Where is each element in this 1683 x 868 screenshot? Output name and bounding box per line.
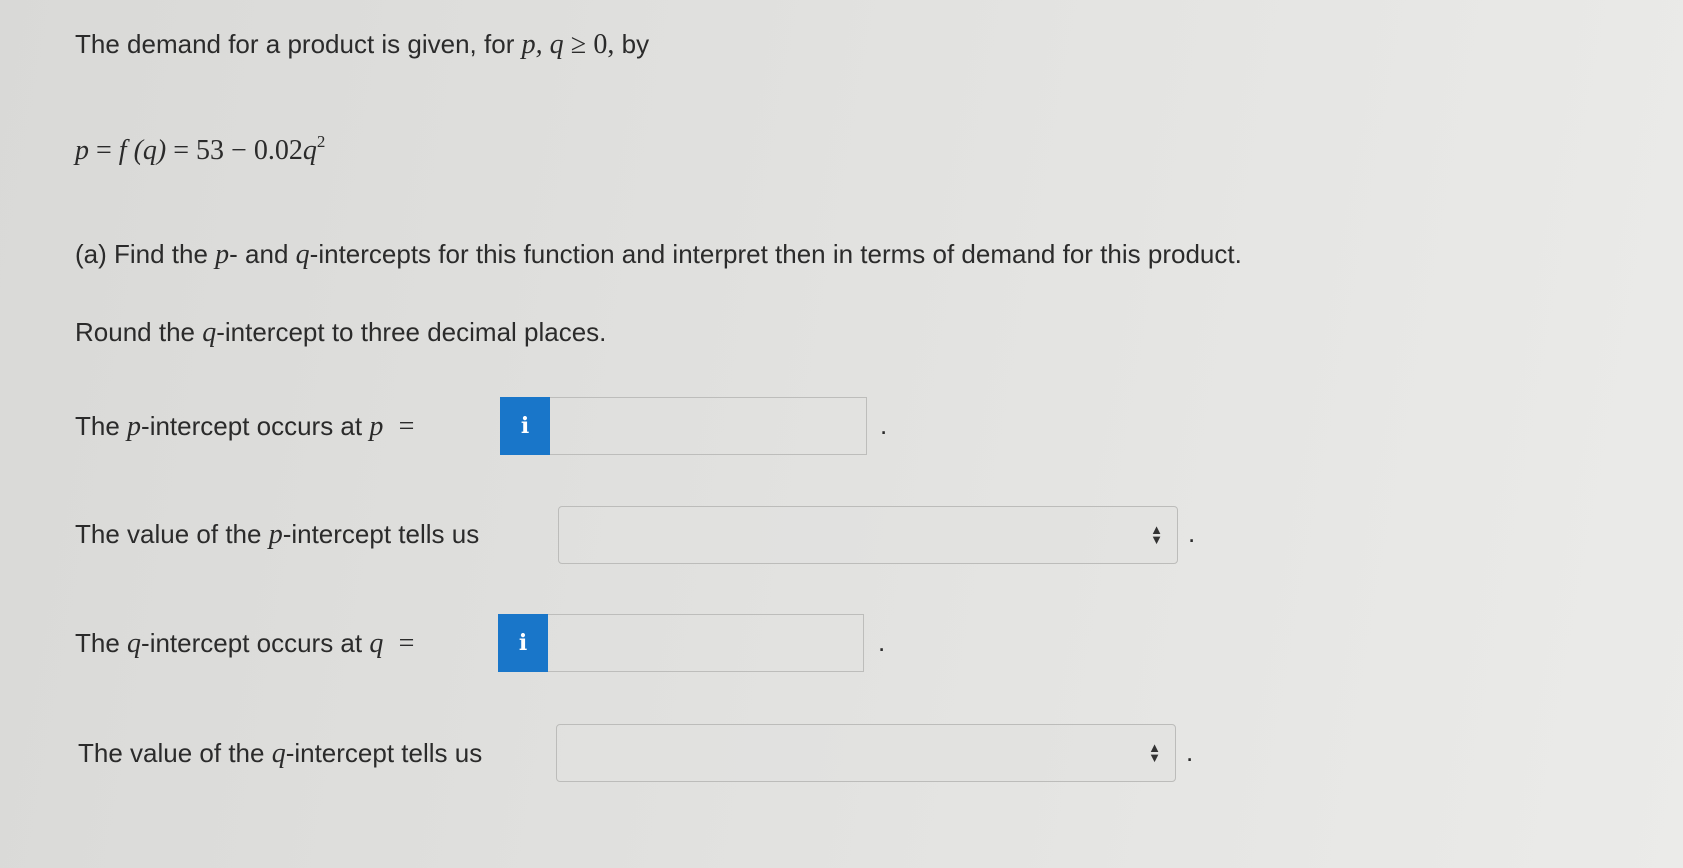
q-interpret-select[interactable]: ▲ ▼: [556, 724, 1176, 782]
problem-intro: The demand for a product is given, for p…: [75, 29, 650, 60]
q-intercept-label: The q-intercept occurs at q =: [75, 628, 415, 659]
period: .: [1186, 737, 1194, 767]
p-intercept-answer: i: [500, 397, 867, 455]
demand-equation: p = f (q) = 53 − 0.02q2: [75, 132, 326, 166]
period: .: [1188, 518, 1196, 548]
p-intercept-label: The p-intercept occurs at p =: [75, 411, 415, 442]
p-interpret-label: The value of the p-intercept tells us: [75, 519, 480, 550]
part-a-question: (a) Find the p- and q-intercepts for thi…: [75, 239, 1242, 270]
round-instruction: Round the q-intercept to three decimal p…: [75, 317, 607, 348]
period: .: [880, 410, 888, 440]
q-interpret-label: The value of the q-intercept tells us: [78, 738, 483, 769]
updown-chevron-icon: ▲ ▼: [1148, 740, 1161, 765]
info-icon[interactable]: i: [500, 397, 550, 455]
updown-chevron-icon: ▲ ▼: [1150, 522, 1163, 547]
q-intercept-answer: i: [498, 614, 864, 672]
info-icon[interactable]: i: [498, 614, 548, 672]
p-interpret-select[interactable]: ▲ ▼: [558, 506, 1178, 564]
p-intercept-input[interactable]: [550, 397, 867, 455]
period: .: [878, 627, 886, 657]
q-intercept-input[interactable]: [548, 614, 864, 672]
